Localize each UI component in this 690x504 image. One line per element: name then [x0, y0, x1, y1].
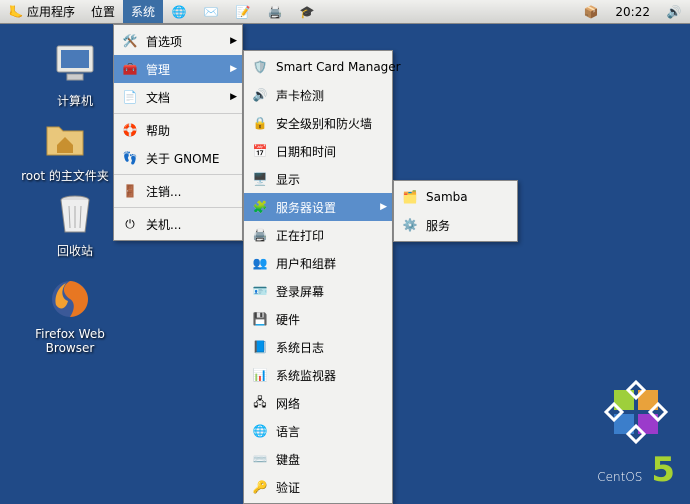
language-icon: 🌐 — [250, 421, 270, 441]
speaker-icon: 🔊 — [250, 85, 270, 105]
gear-icon: ⚙️ — [400, 215, 420, 235]
help-icon: 🛟 — [120, 120, 140, 140]
launcher-mail[interactable]: ✉️ — [195, 1, 227, 23]
mail-icon: ✉️ — [203, 4, 219, 20]
notes-icon: 📝 — [235, 4, 251, 20]
server-settings-menu: 🗂️Samba ⚙️服务 — [393, 180, 518, 242]
server-icon: 🧩 — [250, 197, 270, 217]
keyboard-icon: ⌨️ — [250, 449, 270, 469]
desktop-icon-label: Firefox Web Browser — [15, 327, 125, 355]
centos-mark-icon — [601, 377, 671, 447]
menu-system-label: 系统 — [131, 3, 155, 20]
samba-icon: 🗂️ — [400, 187, 420, 207]
menu-item-administration[interactable]: 🧰管理▶ — [114, 55, 242, 83]
log-icon: 📘 — [250, 337, 270, 357]
chevron-right-icon: ▶ — [230, 64, 237, 74]
menu-places[interactable]: 位置 — [83, 0, 123, 23]
speaker-icon: 🔊 — [666, 4, 682, 20]
desktop-icon-label: 计算机 — [30, 92, 120, 109]
menu-item-help[interactable]: 🛟帮助 — [114, 116, 242, 144]
menu-item-samba[interactable]: 🗂️Samba — [394, 183, 517, 211]
computer-icon — [51, 40, 99, 88]
power-icon: ⏻ — [120, 214, 140, 234]
system-menu: 🛠️首选项▶ 🧰管理▶ 📄文档▶ 🛟帮助 👣关于 GNOME 🚪注销... ⏻关… — [113, 24, 243, 241]
menu-item-about-gnome[interactable]: 👣关于 GNOME — [114, 144, 242, 172]
menu-item-documentation[interactable]: 📄文档▶ — [114, 83, 242, 111]
launcher-editor[interactable]: 📝 — [227, 1, 259, 23]
menu-separator — [114, 207, 242, 208]
chevron-right-icon: ▶ — [230, 92, 237, 102]
menu-applications[interactable]: 🦶 应用程序 — [0, 0, 83, 23]
launcher-browser[interactable]: 🌐 — [163, 1, 195, 23]
desktop-icon-computer[interactable]: 计算机 — [30, 40, 120, 109]
foot-icon: 🦶 — [8, 4, 24, 20]
globe-icon: 🌐 — [171, 4, 187, 20]
tray-volume[interactable]: 🔊 — [658, 1, 690, 23]
desktop-icon-firefox[interactable]: Firefox Web Browser — [15, 275, 125, 355]
desktop-icon-home[interactable]: root 的主文件夹 — [20, 115, 110, 184]
brand-name: CentOS — [597, 470, 642, 484]
menu-item-logout[interactable]: 🚪注销... — [114, 177, 242, 205]
menu-item-sysmon[interactable]: 📊系统监视器 — [244, 361, 392, 389]
desktop-icon-trash[interactable]: 回收站 — [30, 190, 120, 259]
gnome-icon: 👣 — [120, 148, 140, 168]
menu-item-smartcard[interactable]: 🛡️Smart Card Manager — [244, 53, 392, 81]
update-icon: 📦 — [583, 4, 599, 20]
menu-item-keyboard[interactable]: ⌨️键盘 — [244, 445, 392, 473]
shield-icon: 🛡️ — [250, 57, 270, 77]
desktop-icon-label: root 的主文件夹 — [20, 167, 110, 184]
prefs-icon: 🛠️ — [120, 31, 140, 51]
menu-item-syslog[interactable]: 📘系统日志 — [244, 333, 392, 361]
firefox-icon — [46, 275, 94, 323]
centos-logo: CentOS 5 — [597, 377, 675, 490]
menu-item-printing[interactable]: 🖨️正在打印 — [244, 221, 392, 249]
clock[interactable]: 20:22 — [607, 5, 658, 19]
desktop-icon-label: 回收站 — [30, 242, 120, 259]
menu-item-language[interactable]: 🌐语言 — [244, 417, 392, 445]
top-panel: 🦶 应用程序 位置 系统 🌐 ✉️ 📝 🖨️ 🎓 📦 20:22 🔊 — [0, 0, 690, 24]
menu-item-shutdown[interactable]: ⏻关机... — [114, 210, 242, 238]
launcher-help[interactable]: 🎓 — [291, 1, 323, 23]
menu-separator — [114, 113, 242, 114]
calendar-icon: 📅 — [250, 141, 270, 161]
menu-item-services[interactable]: ⚙️服务 — [394, 211, 517, 239]
tray-update[interactable]: 📦 — [575, 1, 607, 23]
menu-item-sound-detect[interactable]: 🔊声卡检测 — [244, 81, 392, 109]
menu-separator — [114, 174, 242, 175]
admin-icon: 🧰 — [120, 59, 140, 79]
lock-icon: 🔒 — [250, 113, 270, 133]
grad-icon: 🎓 — [299, 4, 315, 20]
menu-system[interactable]: 系统 — [123, 0, 163, 23]
menu-item-security-firewall[interactable]: 🔒安全级别和防火墙 — [244, 109, 392, 137]
docs-icon: 📄 — [120, 87, 140, 107]
menu-item-display[interactable]: 🖥️显示 — [244, 165, 392, 193]
menu-item-network[interactable]: 🖧网络 — [244, 389, 392, 417]
trash-icon — [51, 190, 99, 238]
folder-home-icon — [41, 115, 89, 163]
brand-version: 5 — [651, 450, 675, 490]
users-icon: 👥 — [250, 253, 270, 273]
chevron-right-icon: ▶ — [380, 202, 387, 212]
network-icon: 🖧 — [250, 393, 270, 413]
login-icon: 🪪 — [250, 281, 270, 301]
chip-icon: 💾 — [250, 309, 270, 329]
menu-item-authentication[interactable]: 🔑验证 — [244, 473, 392, 501]
launcher-print[interactable]: 🖨️ — [259, 1, 291, 23]
logout-icon: 🚪 — [120, 181, 140, 201]
menu-applications-label: 应用程序 — [27, 3, 75, 20]
menu-item-login-screen[interactable]: 🪪登录屏幕 — [244, 277, 392, 305]
menu-item-preferences[interactable]: 🛠️首选项▶ — [114, 27, 242, 55]
printer-icon: 🖨️ — [267, 4, 283, 20]
menu-places-label: 位置 — [91, 3, 115, 20]
menu-item-datetime[interactable]: 📅日期和时间 — [244, 137, 392, 165]
menu-item-server-settings[interactable]: 🧩服务器设置▶ — [244, 193, 392, 221]
display-icon: 🖥️ — [250, 169, 270, 189]
menu-item-hardware[interactable]: 💾硬件 — [244, 305, 392, 333]
key-icon: 🔑 — [250, 477, 270, 497]
menu-item-users-groups[interactable]: 👥用户和组群 — [244, 249, 392, 277]
administration-menu: 🛡️Smart Card Manager 🔊声卡检测 🔒安全级别和防火墙 📅日期… — [243, 50, 393, 504]
printer-icon: 🖨️ — [250, 225, 270, 245]
chevron-right-icon: ▶ — [230, 36, 237, 46]
monitor-icon: 📊 — [250, 365, 270, 385]
